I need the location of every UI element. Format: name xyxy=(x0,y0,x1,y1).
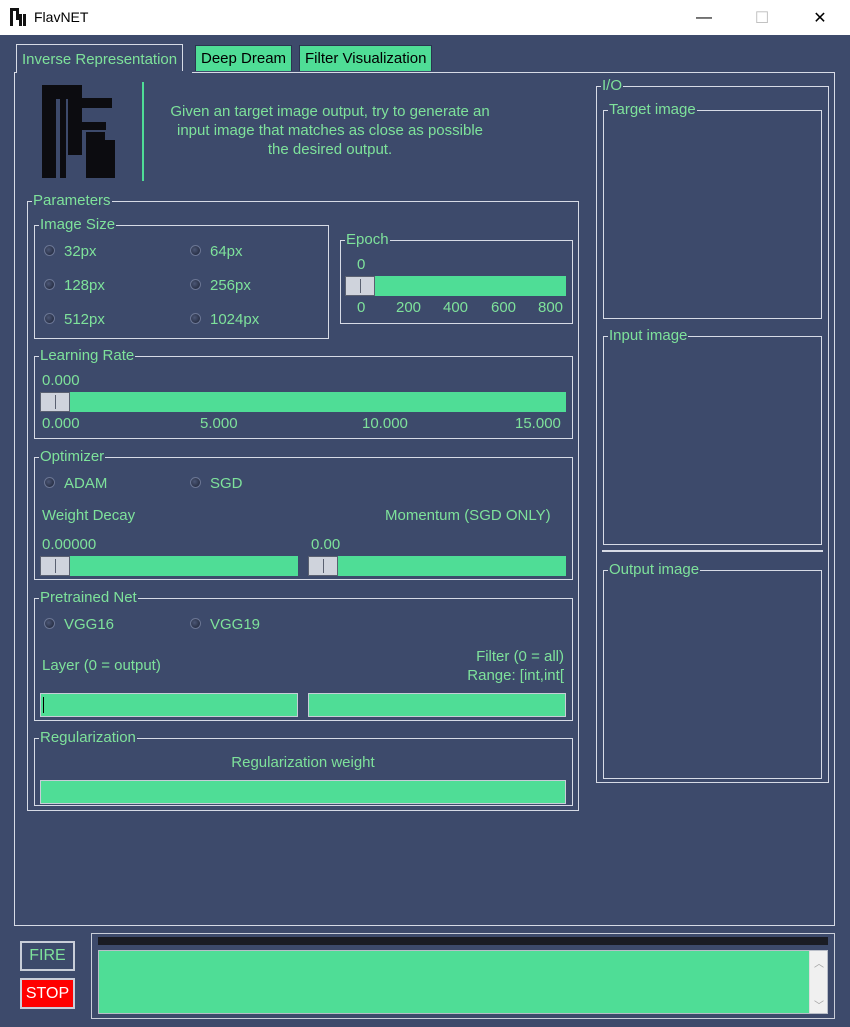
radio-label-adam: ADAM xyxy=(64,475,108,492)
description-line1: Given an target image output, try to gen… xyxy=(170,103,490,120)
epoch-tick-600: 600 xyxy=(491,299,517,316)
filter-range-label: Range: [int,int[ xyxy=(467,667,564,684)
epoch-value: 0 xyxy=(357,256,366,273)
epoch-slider-handle[interactable] xyxy=(345,276,375,296)
input-image-panel: Input image xyxy=(603,327,822,545)
radio-adam[interactable] xyxy=(44,477,55,488)
momentum-slider[interactable] xyxy=(308,556,566,576)
image-size-legend: Image Size xyxy=(39,216,117,234)
radio-sgd[interactable] xyxy=(190,477,201,488)
epoch-tick-400: 400 xyxy=(443,299,469,316)
target-image-label: Target image xyxy=(608,101,697,119)
epoch-tick-0: 0 xyxy=(357,299,366,316)
weight-decay-slider-handle[interactable] xyxy=(40,556,70,576)
radio-label-512px: 512px xyxy=(64,311,105,328)
maximize-icon: ☐ xyxy=(754,9,770,27)
learning-rate-tick-10: 10.000 xyxy=(362,415,408,432)
radio-vgg19[interactable] xyxy=(190,618,201,629)
flavnet-logo xyxy=(42,85,115,178)
tab-label: Deep Dream xyxy=(201,50,287,67)
minimize-button[interactable]: — xyxy=(675,0,733,35)
window-title: FlavNET xyxy=(34,9,89,25)
radio-label-256px: 256px xyxy=(210,277,251,294)
momentum-label: Momentum (SGD ONLY) xyxy=(385,507,551,524)
momentum-value: 0.00 xyxy=(311,536,341,553)
layer-input[interactable] xyxy=(40,693,298,717)
layer-label: Layer (0 = output) xyxy=(42,657,161,674)
radio-label-128px: 128px xyxy=(64,277,105,294)
weight-decay-label: Weight Decay xyxy=(42,507,136,524)
description-line2: input image that matches as close as pos… xyxy=(177,122,483,139)
output-image-panel: Output image xyxy=(603,561,822,779)
radio-label-64px: 64px xyxy=(210,243,243,260)
close-icon: ✕ xyxy=(813,9,827,27)
radio-128px[interactable] xyxy=(44,279,55,290)
scroll-down-icon[interactable]: ﹀ xyxy=(814,997,824,1012)
description-line3: the desired output. xyxy=(267,141,393,158)
learning-rate-tick-0: 0.000 xyxy=(42,415,80,432)
app-logo-icon xyxy=(10,8,26,26)
filter-label-line1: Filter (0 = all) xyxy=(476,648,564,665)
radio-32px[interactable] xyxy=(44,245,55,256)
radio-label-sgd: SGD xyxy=(210,475,243,492)
learning-rate-tick-15: 15.000 xyxy=(515,415,561,432)
optimizer-legend: Optimizer xyxy=(39,448,106,466)
epoch-legend: Epoch xyxy=(345,231,390,249)
header-divider xyxy=(142,82,144,181)
tab-label: Inverse Representation xyxy=(22,50,178,68)
minimize-icon: — xyxy=(696,8,712,26)
radio-64px[interactable] xyxy=(190,245,201,256)
title-bar: FlavNET — ☐ ✕ xyxy=(0,0,850,35)
regularization-legend: Regularization xyxy=(39,729,137,747)
radio-label-vgg19: VGG19 xyxy=(210,616,261,633)
tab-filter-visualization[interactable]: Filter Visualization xyxy=(299,45,433,71)
radio-label-vgg16: VGG16 xyxy=(64,616,115,633)
weight-decay-slider[interactable] xyxy=(40,556,298,576)
radio-vgg16[interactable] xyxy=(44,618,55,629)
learning-rate-tick-5: 5.000 xyxy=(200,415,238,432)
close-button[interactable]: ✕ xyxy=(791,0,849,35)
regularization-weight-label: Regularization weight xyxy=(231,754,375,771)
fire-button-label: FIRE xyxy=(29,947,66,964)
epoch-tick-800: 800 xyxy=(538,299,564,316)
stop-button[interactable]: STOP xyxy=(20,978,75,1009)
learning-rate-slider-handle[interactable] xyxy=(40,392,70,412)
log-textarea[interactable]: ︿ ﹀ xyxy=(98,950,828,1014)
weight-decay-value: 0.00000 xyxy=(42,536,97,553)
active-tab-join xyxy=(17,71,192,74)
radio-512px[interactable] xyxy=(44,313,55,324)
scroll-up-icon[interactable]: ︿ xyxy=(814,955,824,970)
output-image-label: Output image xyxy=(608,561,701,579)
io-divider xyxy=(602,550,823,552)
target-image-panel: Target image xyxy=(603,101,822,319)
epoch-slider[interactable] xyxy=(345,276,566,296)
learning-rate-slider[interactable] xyxy=(40,392,566,412)
regularization-weight-input[interactable] xyxy=(40,780,566,804)
pretrained-net-legend: Pretrained Net xyxy=(39,589,138,607)
tab-deep-dream[interactable]: Deep Dream xyxy=(195,45,293,71)
radio-label-32px: 32px xyxy=(64,243,97,260)
radio-label-1024px: 1024px xyxy=(210,311,260,328)
text-cursor xyxy=(43,697,44,713)
epoch-tick-200: 200 xyxy=(396,299,422,316)
input-image-label: Input image xyxy=(608,327,689,345)
fire-button[interactable]: FIRE xyxy=(20,941,75,971)
io-legend: I/O xyxy=(601,77,624,95)
radio-256px[interactable] xyxy=(190,279,201,290)
stop-button-label: STOP xyxy=(25,984,70,1002)
filter-range-input[interactable] xyxy=(308,693,566,717)
radio-1024px[interactable] xyxy=(190,313,201,324)
momentum-slider-handle[interactable] xyxy=(308,556,338,576)
learning-rate-legend: Learning Rate xyxy=(39,347,136,365)
parameters-legend: Parameters xyxy=(32,192,112,210)
maximize-button[interactable]: ☐ xyxy=(733,0,791,35)
log-scrollbar[interactable]: ︿ ﹀ xyxy=(809,951,827,1013)
tab-inverse-representation[interactable]: Inverse Representation xyxy=(16,44,184,73)
progress-bar xyxy=(98,937,828,945)
tab-label: Filter Visualization xyxy=(305,50,427,67)
learning-rate-value: 0.000 xyxy=(42,372,80,389)
